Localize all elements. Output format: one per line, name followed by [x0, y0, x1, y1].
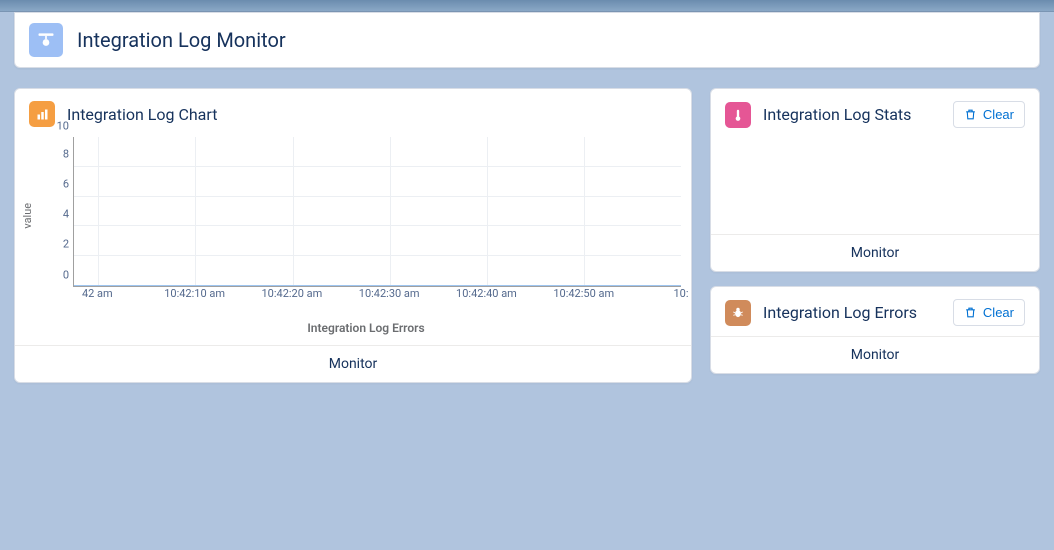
gridline: [74, 166, 681, 167]
ytick: 6: [63, 178, 69, 191]
trash-icon: [964, 108, 977, 121]
gridline: [584, 137, 585, 286]
right-column: Integration Log Stats Clear Monitor: [710, 88, 1040, 383]
errors-clear-label: Clear: [983, 305, 1014, 320]
gridline: [98, 137, 99, 286]
stats-card-header: Integration Log Stats Clear: [711, 89, 1039, 134]
stats-clear-button[interactable]: Clear: [953, 101, 1025, 128]
chart-x-axis-label: Integration Log Errors: [51, 307, 681, 345]
gridline: [195, 137, 196, 286]
errors-card-header: Integration Log Errors Clear: [711, 287, 1039, 336]
stats-footer-link[interactable]: Monitor: [851, 245, 900, 261]
xtick: 10:42:50 am: [553, 287, 614, 300]
ytick: 10: [57, 119, 69, 132]
xtick: 42 am: [82, 287, 113, 300]
errors-card-footer[interactable]: Monitor: [711, 336, 1039, 373]
errors-card-title: Integration Log Errors: [763, 303, 941, 322]
chart-footer-link[interactable]: Monitor: [329, 356, 378, 372]
chart-plot: [73, 137, 681, 287]
errors-card: Integration Log Errors Clear Monitor: [710, 286, 1040, 374]
left-column: Integration Log Chart value 0 2 4 6 8 10: [14, 88, 692, 383]
gridline: [74, 225, 681, 226]
scale-icon: [29, 23, 63, 57]
gridline: [293, 137, 294, 286]
chart-y-axis-label: value: [21, 203, 34, 229]
thermometer-icon: [725, 102, 751, 128]
chart-series-line: [74, 285, 681, 286]
stats-card-footer[interactable]: Monitor: [711, 234, 1039, 271]
chart-card-footer[interactable]: Monitor: [15, 345, 691, 382]
stats-card-body: [711, 134, 1039, 234]
stats-card-title: Integration Log Stats: [763, 105, 941, 124]
trash-icon: [964, 306, 977, 319]
chart-y-ticks: 0 2 4 6 8 10: [51, 137, 73, 287]
errors-footer-link[interactable]: Monitor: [851, 347, 900, 363]
chart-card-title: Integration Log Chart: [67, 105, 677, 124]
stats-card: Integration Log Stats Clear Monitor: [710, 88, 1040, 272]
window-top-strip: [0, 0, 1054, 12]
gridline: [74, 255, 681, 256]
gridline: [390, 137, 391, 286]
ytick: 8: [63, 148, 69, 161]
gridline: [487, 137, 488, 286]
ytick: 4: [63, 208, 69, 221]
xtick: 10:42:40 am: [456, 287, 517, 300]
errors-clear-button[interactable]: Clear: [953, 299, 1025, 326]
page-title: Integration Log Monitor: [77, 28, 286, 52]
page-header: Integration Log Monitor: [14, 12, 1040, 68]
xtick: 10:: [673, 287, 688, 300]
ytick: 2: [63, 238, 69, 251]
bar-chart-icon: [29, 101, 55, 127]
stats-clear-label: Clear: [983, 107, 1014, 122]
gridline: [74, 196, 681, 197]
chart-x-ticks: 42 am 10:42:10 am 10:42:20 am 10:42:30 a…: [73, 287, 681, 307]
xtick: 10:42:20 am: [261, 287, 322, 300]
content-area: Integration Log Chart value 0 2 4 6 8 10: [0, 68, 1054, 397]
bug-icon: [725, 300, 751, 326]
chart-card-header: Integration Log Chart: [15, 89, 691, 133]
xtick: 10:42:30 am: [359, 287, 420, 300]
chart-card: Integration Log Chart value 0 2 4 6 8 10: [14, 88, 692, 383]
ytick: 0: [63, 269, 69, 282]
xtick: 10:42:10 am: [164, 287, 225, 300]
chart-plot-area: value 0 2 4 6 8 10: [15, 133, 691, 345]
